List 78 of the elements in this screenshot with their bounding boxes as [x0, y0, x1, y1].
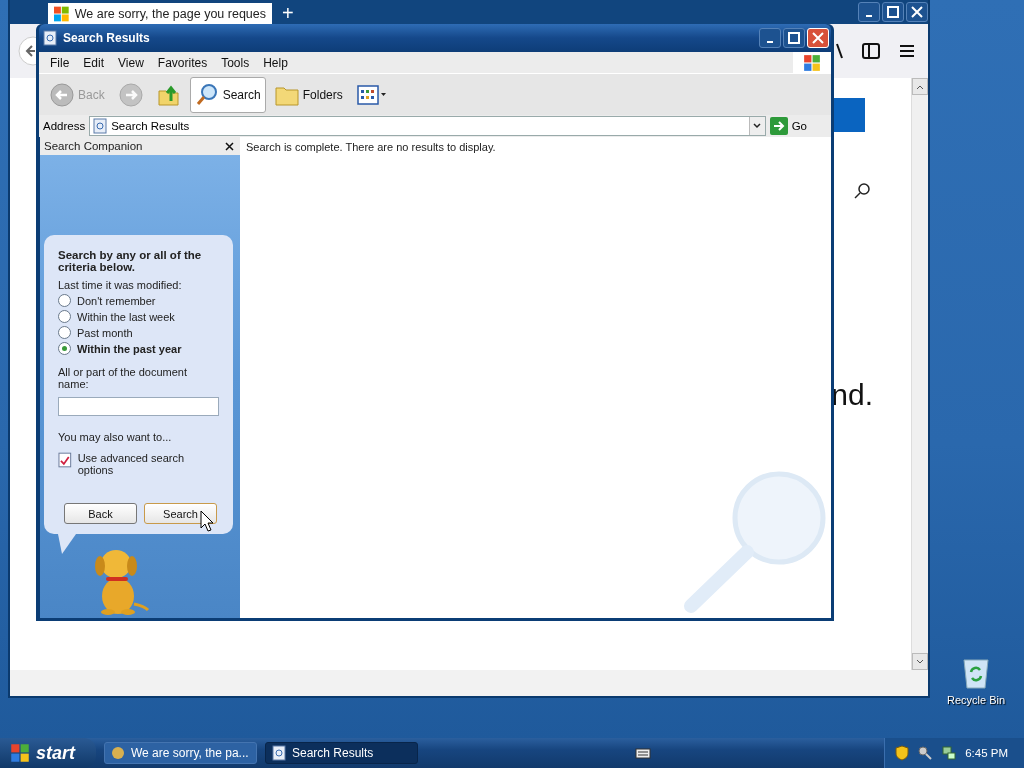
- start-button[interactable]: start: [0, 738, 96, 768]
- radio-button[interactable]: [58, 294, 71, 307]
- menu-item[interactable]: Tools: [214, 55, 257, 70]
- scroll-down-button[interactable]: [912, 653, 928, 670]
- network-icon[interactable]: [941, 745, 958, 761]
- radio-button[interactable]: [58, 310, 71, 323]
- taskbar-button[interactable]: We are sorry, the pa...: [104, 742, 257, 764]
- shield-icon[interactable]: [895, 745, 910, 761]
- maximize-icon: [887, 6, 899, 18]
- browser-tab[interactable]: We are sorry, the page you reques: [48, 3, 272, 24]
- folders-button[interactable]: Folders: [269, 76, 348, 113]
- menu-item[interactable]: Favorites: [150, 55, 215, 70]
- minimize-icon: [767, 41, 773, 43]
- desktop-icon-label: Recycle Bin: [946, 694, 1006, 706]
- radio-option[interactable]: Within the last week: [58, 310, 219, 323]
- caret-icon: [753, 123, 762, 129]
- radio-option[interactable]: Within the past year: [58, 342, 219, 355]
- address-label: Address: [43, 120, 86, 132]
- radio-button[interactable]: [58, 326, 71, 339]
- criteria-heading: Search by any or all of the criteria below.: [58, 249, 203, 273]
- dropdown-button[interactable]: [748, 117, 765, 135]
- minimize-button[interactable]: [858, 2, 880, 22]
- library-icon[interactable]: [834, 42, 844, 60]
- close-icon: [812, 32, 824, 44]
- keyboard-icon[interactable]: [635, 747, 652, 759]
- recycle-bin-icon[interactable]: [961, 656, 991, 690]
- maximize-button[interactable]: [882, 2, 904, 22]
- minimize-button[interactable]: [759, 28, 781, 48]
- menu-icon[interactable]: [898, 42, 916, 60]
- radio-option[interactable]: Past month: [58, 326, 219, 339]
- criteria-label: Last time it was modified:: [58, 279, 183, 291]
- menu-item[interactable]: Help: [256, 55, 295, 70]
- windows-logo-icon: [803, 53, 821, 72]
- close-icon: [911, 6, 923, 18]
- maximize-button[interactable]: [783, 28, 805, 48]
- menu-item[interactable]: View: [111, 55, 151, 70]
- menu-item[interactable]: File: [43, 55, 77, 70]
- document-icon: [93, 118, 108, 134]
- tab-logo-icon: [54, 5, 69, 22]
- window-icon: [272, 745, 286, 761]
- checked-document-icon: [58, 452, 72, 468]
- minimize-icon: [866, 15, 872, 17]
- clock: 6:45 PM: [965, 747, 1008, 759]
- new-tab-button[interactable]: +: [282, 3, 294, 23]
- sidebar-icon[interactable]: [862, 42, 880, 60]
- search-icon: [194, 82, 219, 107]
- name-field[interactable]: [58, 397, 219, 416]
- address-field[interactable]: Search Results: [89, 116, 766, 136]
- scrollbar[interactable]: [911, 78, 928, 670]
- taskbar-button[interactable]: Search Results: [265, 742, 418, 764]
- cursor-icon: [200, 510, 214, 532]
- close-button[interactable]: [906, 2, 928, 22]
- radio-button[interactable]: [58, 342, 71, 355]
- tray-tool-icon[interactable]: [917, 745, 934, 761]
- status-message: Search is complete. There are no results to display.: [246, 141, 497, 153]
- views-icon: [356, 84, 387, 105]
- radio-option[interactable]: Don't remember: [58, 294, 219, 307]
- also-label: You may also want to...: [58, 431, 173, 443]
- pane-title: Search Companion: [44, 140, 143, 152]
- maximize-icon: [788, 32, 800, 44]
- search-icon[interactable]: [853, 182, 871, 200]
- app-icon: [111, 746, 125, 760]
- back-arrow-icon[interactable]: [18, 36, 36, 66]
- advanced-search-link[interactable]: Use advanced search options: [77, 452, 219, 476]
- window-icon: [43, 30, 57, 46]
- go-button[interactable]: Go: [769, 117, 827, 135]
- tab-title: We are sorry, the page you reques: [74, 6, 266, 21]
- search-button[interactable]: Search: [189, 76, 266, 113]
- window-title: Search Results: [63, 31, 150, 45]
- caret-icon: [916, 658, 924, 665]
- pane-button[interactable]: Back: [64, 503, 137, 524]
- windows-logo-icon: [10, 743, 30, 763]
- close-icon[interactable]: [225, 141, 234, 151]
- menu-item[interactable]: Edit: [76, 55, 112, 70]
- pane-button[interactable]: Search: [144, 503, 217, 524]
- caret-icon: [916, 83, 924, 90]
- name-label: All or part of the document name:: [58, 366, 188, 390]
- scroll-up-button[interactable]: [912, 78, 928, 95]
